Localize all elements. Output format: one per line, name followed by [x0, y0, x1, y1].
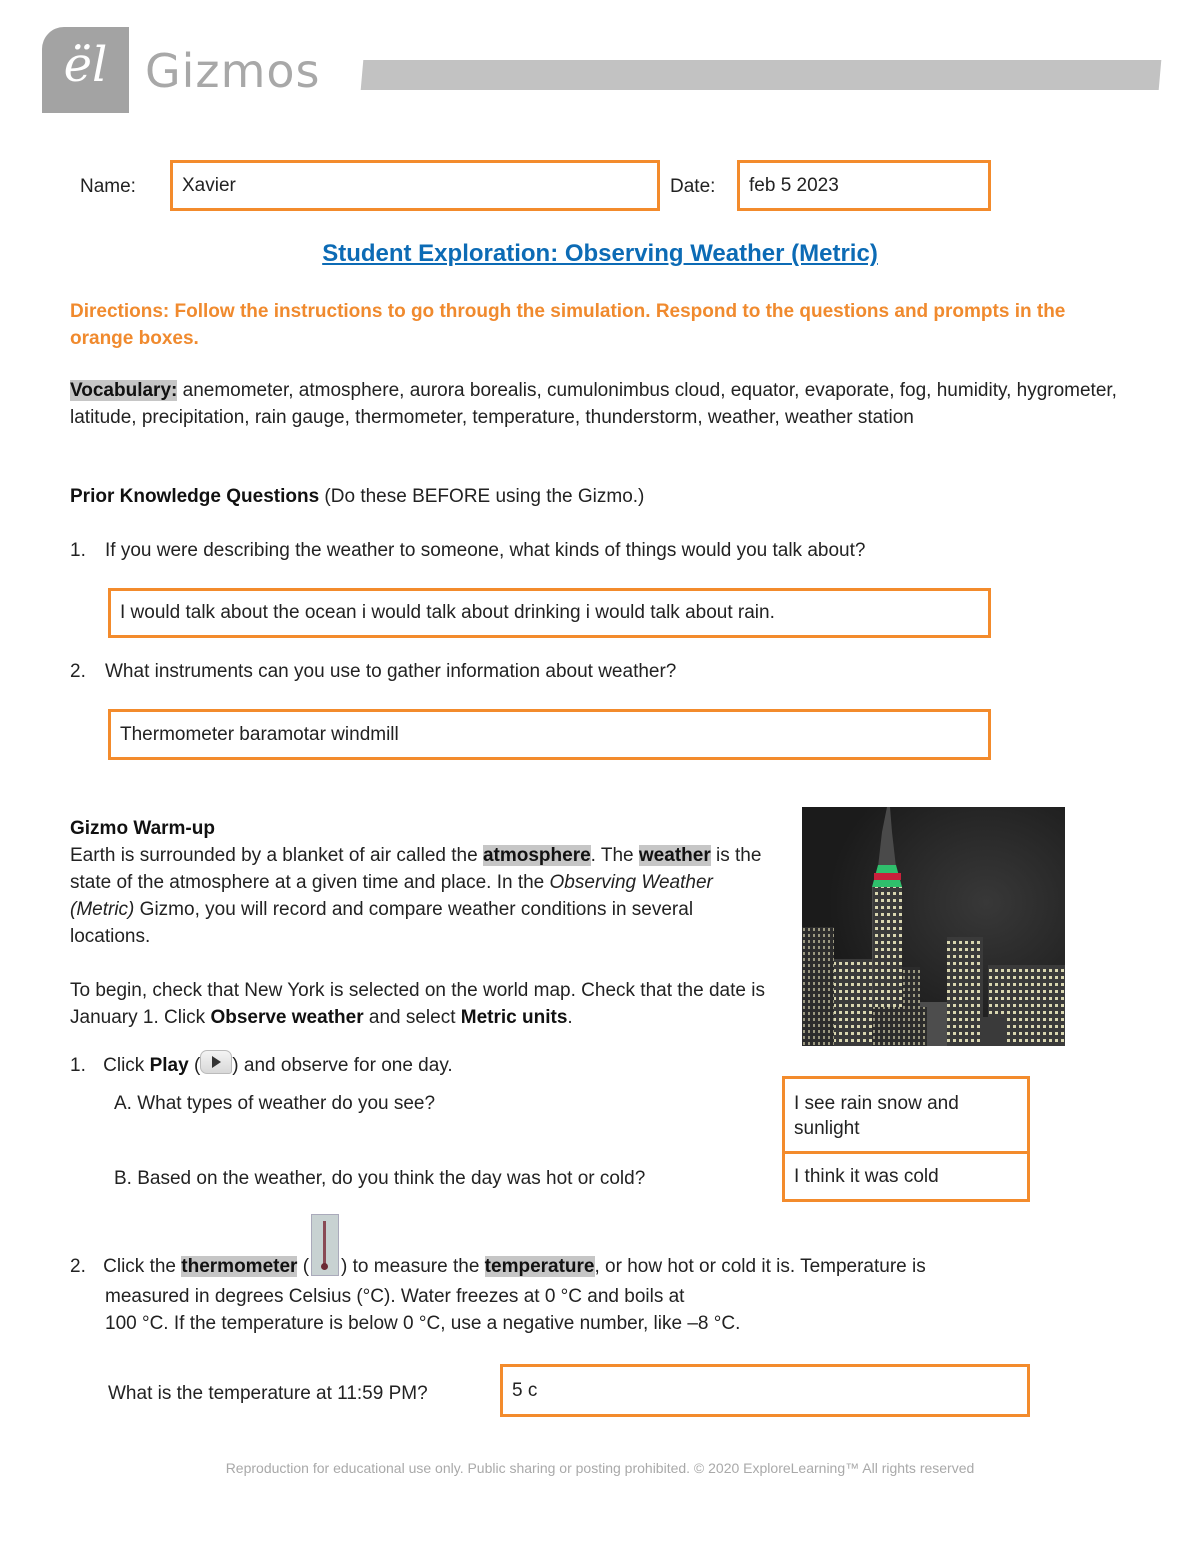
- warmup-text: Earth is surrounded by a blanket of air …: [70, 845, 483, 866]
- term-thermometer: thermometer: [181, 1256, 298, 1277]
- question-number: 2.: [70, 1256, 86, 1277]
- term-weather: weather: [638, 845, 711, 866]
- name-value: Xavier: [182, 174, 236, 196]
- prior-knowledge-title: Prior Knowledge Questions: [70, 486, 320, 507]
- temperature-answer: 5 c: [512, 1379, 538, 1401]
- pk-question-text: If you were describing the weather to so…: [105, 540, 866, 561]
- prior-knowledge-heading: Prior Knowledge Questions (Do these BEFO…: [70, 483, 644, 510]
- warmup-text: and select: [363, 1007, 461, 1028]
- warmup-section: Gizmo Warm-up Earth is surrounded by a b…: [70, 815, 775, 1031]
- temperature-prompt: What is the temperature at 11:59 PM?: [108, 1383, 428, 1404]
- play-icon: [200, 1050, 233, 1074]
- question-text: (: [188, 1055, 201, 1076]
- temperature-answer-box[interactable]: 5 c: [500, 1364, 1030, 1417]
- question-text: measured in degrees Celsius (°C). Water …: [105, 1286, 685, 1307]
- question-text: (: [297, 1256, 310, 1277]
- question-text: ) and observe for one day.: [232, 1055, 453, 1076]
- name-field[interactable]: Xavier: [170, 160, 660, 211]
- vocabulary-terms: anemometer, atmosphere, aurora borealis,…: [70, 380, 1117, 428]
- date-value: feb 5 2023: [749, 174, 839, 196]
- warmup-heading: Gizmo Warm-up: [70, 818, 215, 839]
- pk-question-text: What instruments can you use to gather i…: [105, 661, 677, 682]
- answer-1b-box[interactable]: I think it was cold: [782, 1151, 1030, 1202]
- question-text: Click: [103, 1055, 150, 1076]
- metric-units-label: Metric units: [460, 1007, 568, 1028]
- question-text: , or how hot or cold it is. Temperature …: [594, 1256, 926, 1277]
- question-number: 1.: [70, 1055, 86, 1076]
- name-label: Name:: [80, 176, 136, 197]
- pk-answer-2-box[interactable]: Thermometer baramotar windmill: [108, 709, 991, 760]
- question-1a: A. What types of weather do you see?: [114, 1093, 436, 1114]
- answer-1a-box[interactable]: I see rain snow and sunlight: [782, 1076, 1030, 1154]
- question-1b: B. Based on the weather, do you think th…: [114, 1168, 646, 1189]
- pk-answer-2: Thermometer baramotar windmill: [120, 723, 399, 745]
- prior-knowledge-note: (Do these BEFORE using the Gizmo.): [319, 486, 645, 507]
- pk-question-1: 1. If you were describing the weather to…: [70, 537, 865, 564]
- logo-glyph: ël: [63, 37, 108, 93]
- vocabulary-paragraph: Vocabulary: anemometer, atmosphere, auro…: [70, 377, 1130, 431]
- warmup-question-1: 1. Click Play ( ) and observe for one day…: [70, 1050, 453, 1079]
- observe-weather-label: Observe weather: [210, 1007, 364, 1028]
- gizmos-wordmark: Gizmos: [145, 44, 321, 98]
- page-title: Student Exploration: Observing Weather (…: [322, 240, 878, 267]
- warmup-question-2: 2. Click the thermometer ( ) to measure t…: [70, 1214, 926, 1281]
- answer-1b: I think it was cold: [794, 1165, 939, 1187]
- q2-continuation: measured in degrees Celsius (°C). Water …: [105, 1283, 805, 1337]
- warmup-text: Gizmo, you will record and compare weath…: [70, 899, 694, 947]
- pk-answer-1: I would talk about the ocean i would tal…: [120, 602, 775, 623]
- skyline-illustration: [802, 807, 1065, 1046]
- pk-answer-1-box[interactable]: I would talk about the ocean i would tal…: [108, 588, 991, 638]
- vocabulary-label: Vocabulary:: [70, 380, 178, 401]
- pk-question-number: 2.: [70, 661, 86, 682]
- pk-question-2: 2. What instruments can you use to gathe…: [70, 658, 676, 685]
- directions-text: Directions: Follow the instructions to g…: [70, 301, 1066, 349]
- date-label: Date:: [670, 176, 716, 197]
- header-decorative-bar: [360, 60, 1162, 90]
- play-label: Play: [149, 1055, 189, 1076]
- pk-question-number: 1.: [70, 540, 86, 561]
- warmup-text: .: [567, 1007, 573, 1028]
- term-temperature: temperature: [484, 1256, 595, 1277]
- question-text: ) to measure the: [341, 1256, 485, 1277]
- question-text: Click the: [103, 1256, 182, 1277]
- thermometer-icon: [311, 1214, 340, 1276]
- new-york-skyline-image: [802, 807, 1065, 1046]
- copyright-footer: Reproduction for educational use only. P…: [225, 1460, 975, 1476]
- term-atmosphere: atmosphere: [482, 845, 591, 866]
- date-field[interactable]: feb 5 2023: [737, 160, 991, 211]
- warmup-text: . The: [590, 845, 639, 866]
- question-text: 100 °C. If the temperature is below 0 °C…: [105, 1313, 741, 1334]
